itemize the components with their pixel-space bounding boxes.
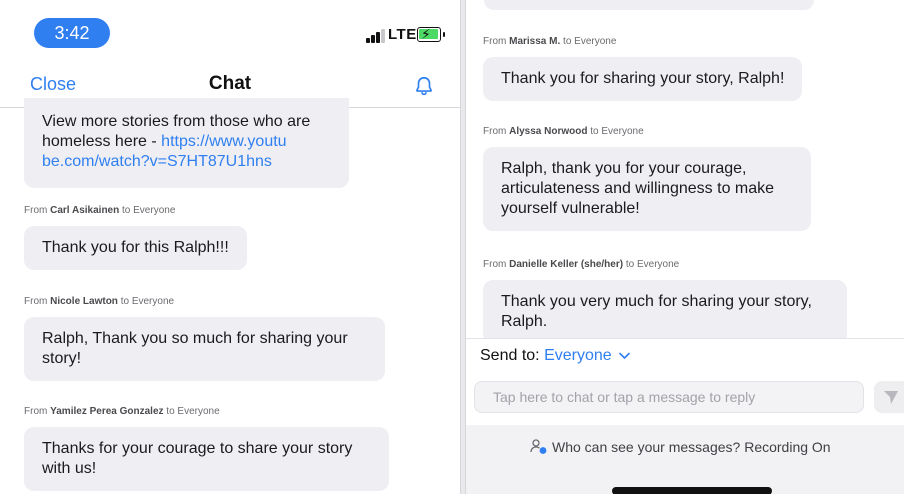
- to-label: to: [122, 205, 131, 216]
- message-bubble[interactable]: Ralph, Thank you so much for sharing you…: [24, 317, 385, 381]
- to-label: to: [166, 406, 175, 417]
- sender-name: Marissa M.: [509, 36, 561, 47]
- message-bubble-partial[interactable]: [484, 0, 814, 10]
- from-label: From: [24, 296, 48, 307]
- send-to-row[interactable]: Send to: Everyone: [480, 347, 630, 365]
- to-label: to: [625, 259, 635, 270]
- recipient-name: Everyone: [177, 406, 220, 417]
- recipient-name: Everyone: [574, 36, 617, 47]
- message-item[interactable]: From Carl Asikainen to Everyone Thank yo…: [24, 205, 247, 270]
- battery-charging-icon: ⚡: [417, 26, 445, 42]
- from-label: From: [483, 36, 507, 47]
- sender-name: Carl Asikainen: [50, 205, 120, 216]
- to-label: to: [590, 126, 599, 137]
- message-item[interactable]: From Marissa M. to Everyone Thank you fo…: [483, 36, 803, 101]
- to-label: to: [563, 36, 572, 47]
- recipient-name: Everyone: [133, 205, 176, 216]
- status-bar: 3:42 LTE ⚡: [0, 0, 460, 60]
- chat-input[interactable]: [474, 381, 864, 413]
- message-bubble[interactable]: Thank you for this Ralph!!!: [24, 226, 247, 270]
- bell-icon[interactable]: [413, 75, 435, 97]
- message-sender-line: From Carl Asikainen to Everyone: [24, 205, 247, 216]
- message-sender-line: From Danielle Keller (she/her) to Everyo…: [483, 259, 847, 270]
- status-time[interactable]: 3:42: [34, 18, 110, 48]
- from-label: From: [483, 126, 507, 137]
- message-item[interactable]: View more stories from those who are hom…: [24, 98, 349, 188]
- to-label: to: [120, 296, 130, 307]
- message-sender-line: From Alyssa Norwood to Everyone: [483, 126, 811, 137]
- from-label: From: [24, 406, 48, 417]
- from-label: From: [24, 205, 48, 216]
- chat-composer: Send to: Everyone Who can see your messa…: [466, 338, 904, 494]
- send-button[interactable]: [874, 381, 904, 413]
- recipient-name: Everyone: [601, 126, 644, 137]
- chevron-down-icon[interactable]: [619, 352, 630, 360]
- send-to-recipient[interactable]: Everyone: [544, 347, 612, 364]
- sender-name: Nicole Lawton: [50, 296, 118, 307]
- right-chat-screen: From Marissa M. to Everyone Thank you fo…: [466, 0, 904, 494]
- who-can-see-text[interactable]: Who can see your messages? Recording On: [552, 439, 831, 455]
- page-title: Chat: [208, 73, 252, 94]
- message-bubble[interactable]: Thank you for sharing your story, Ralph!: [483, 57, 803, 101]
- recipient-name: Everyone: [636, 259, 680, 270]
- message-bubble[interactable]: View more stories from those who are hom…: [24, 98, 349, 188]
- from-label: From: [483, 259, 507, 270]
- sender-name: Yamilez Perea Gonzalez: [50, 406, 164, 417]
- message-sender-line: From Nicole Lawton to Everyone: [24, 296, 385, 307]
- people-icon: [530, 439, 547, 454]
- send-icon: [884, 391, 898, 404]
- home-indicator: [612, 487, 772, 494]
- message-bubble[interactable]: Thanks for your courage to share your st…: [24, 427, 389, 491]
- message-bubble[interactable]: Ralph, thank you for your courage, artic…: [483, 147, 811, 231]
- sender-name: Danielle Keller (she/her): [509, 259, 624, 270]
- message-item[interactable]: From Nicole Lawton to Everyone Ralph, Th…: [24, 296, 385, 381]
- recording-notice-bar: Who can see your messages? Recording On: [466, 425, 904, 494]
- message-item[interactable]: From Yamilez Perea Gonzalez to Everyone …: [24, 406, 389, 491]
- send-to-label: Send to:: [480, 347, 540, 364]
- message-sender-line: From Marissa M. to Everyone: [483, 36, 802, 47]
- message-bubble[interactable]: Thank you very much for sharing your sto…: [483, 280, 847, 344]
- message-item[interactable]: From Danielle Keller (she/her) to Everyo…: [483, 259, 847, 344]
- message-item[interactable]: From Alyssa Norwood to Everyone Ralph, t…: [483, 126, 811, 231]
- recipient-name: Everyone: [131, 296, 175, 307]
- signal-icon: [366, 29, 386, 43]
- left-chat-screen: 3:42 LTE ⚡ Close Chat View more stories …: [0, 0, 460, 494]
- message-sender-line: From Yamilez Perea Gonzalez to Everyone: [24, 406, 389, 417]
- sender-name: Alyssa Norwood: [509, 126, 588, 137]
- network-type: LTE: [388, 26, 417, 43]
